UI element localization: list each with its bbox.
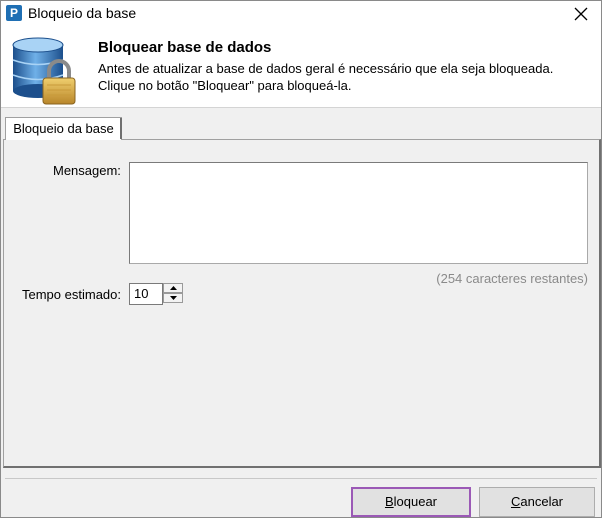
lock-button-label: loquear xyxy=(393,494,438,509)
spin-down-button[interactable] xyxy=(163,293,183,303)
lock-button-mnemonic: B xyxy=(384,494,394,509)
remaining-characters: (254 caracteres restantes) xyxy=(436,271,588,286)
window-title: Bloqueio da base xyxy=(28,5,137,21)
message-textarea[interactable] xyxy=(129,162,588,264)
close-icon xyxy=(574,7,588,21)
cancel-button-label: ancelar xyxy=(520,494,564,509)
tab-bloqueio-da-base[interactable]: Bloqueio da base xyxy=(5,117,122,140)
estimated-time-label: Tempo estimado: xyxy=(22,287,121,302)
cancel-button-mnemonic: C xyxy=(510,494,521,509)
dialog-window: P Bloqueio da base Bloquear base de dado… xyxy=(0,0,602,518)
title-bar[interactable]: P Bloqueio da base xyxy=(1,1,601,27)
header-divider xyxy=(1,107,601,108)
spin-up-button[interactable] xyxy=(163,283,183,293)
header-description: Antes de atualizar a base de dados geral… xyxy=(98,61,554,93)
close-button[interactable] xyxy=(561,1,601,27)
message-label: Mensagem: xyxy=(53,163,121,178)
footer-divider xyxy=(5,478,597,479)
app-logo-icon: P xyxy=(6,5,22,21)
database-lock-icon xyxy=(12,37,76,105)
tab-edge xyxy=(120,118,122,139)
dialog-header: Bloquear base de dados Antes de atualiza… xyxy=(1,27,601,107)
cancel-button[interactable]: Cancelar xyxy=(479,487,595,517)
header-title: Bloquear base de dados xyxy=(98,39,272,56)
lock-button[interactable]: Bloquear xyxy=(351,487,471,517)
arrow-up-icon xyxy=(169,286,177,290)
arrow-down-icon xyxy=(169,296,177,300)
estimated-time-input[interactable]: 10 xyxy=(129,283,163,305)
